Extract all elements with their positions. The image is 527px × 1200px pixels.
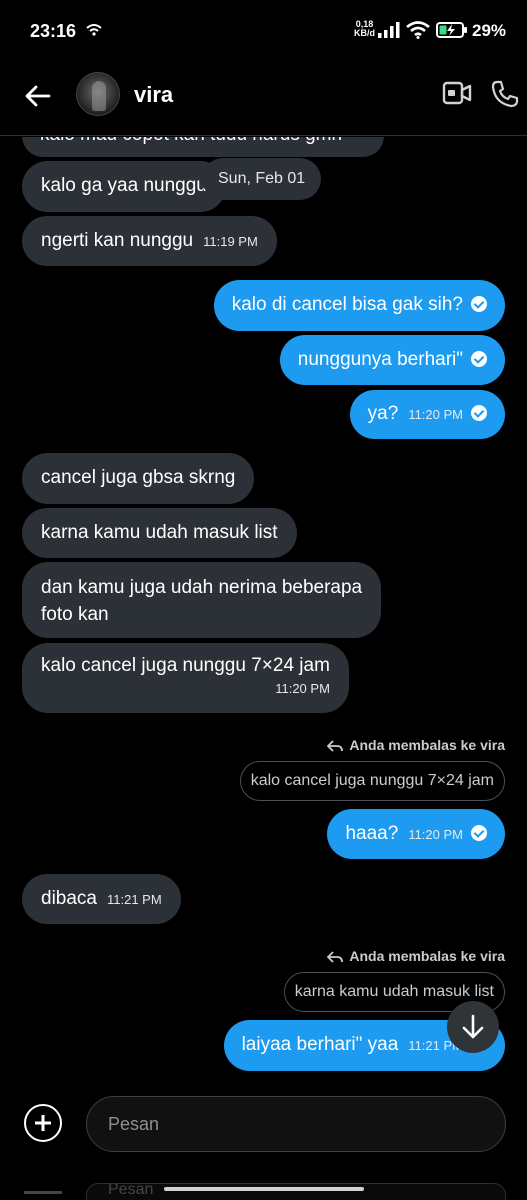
video-call-icon[interactable] [442,80,472,106]
clock: 23:16 [30,21,77,41]
message-text: kalo cancel juga nunggu 7×24 jam [41,655,330,676]
read-check-icon [471,404,487,421]
message-text: kalo ga yaa nunggu [41,175,207,196]
ghost-composer-input: Pesan [86,1183,506,1200]
message-composer: Pesan [0,1087,527,1200]
message-text: karna kamu udah masuk list [41,522,278,543]
message-bubble-incoming[interactable]: dibaca 11:21 PM [22,874,181,924]
voice-call-icon[interactable] [490,79,520,109]
read-check-icon [471,350,487,367]
date-separator: Sun, Feb 01 [202,158,322,200]
battery-icon [436,22,467,38]
message-text: nunggunya berhari" [297,349,463,370]
home-indicator[interactable] [164,1187,364,1191]
message-bubble-outgoing[interactable]: nunggunya berhari" [279,335,505,385]
message-bubble-outgoing[interactable]: haaa? 11:20 PM [327,809,505,859]
message-bubble-incoming[interactable]: karna kamu udah masuk list [22,508,297,558]
add-attachment-icon[interactable] [24,1104,62,1142]
message-bubble-outgoing[interactable]: ya? 11:20 PM [349,390,505,439]
network-speed-unit: KB/d [354,28,375,38]
reply-label-text: Anda membalas ke vira [349,737,505,753]
message-text: dibaca [41,888,97,909]
battery-percent: 29% [472,21,507,40]
back-arrow-icon[interactable] [22,80,54,112]
message-bubble-incoming[interactable]: dan kamu juga udah nerima beberapa foto … [22,562,382,638]
message-time: 11:19 PM [203,234,258,249]
message-bubble-incoming[interactable]: kalo mau copot kan tuuu harus gmn [22,137,384,157]
contact-avatar[interactable] [76,72,120,116]
arrow-down-icon [462,1014,484,1039]
message-text-line: foto kan [41,604,109,625]
read-check-icon [471,295,487,312]
quoted-message[interactable]: kalo cancel juga nunggu 7×24 jam [239,761,505,801]
message-text: laiyaa berhari" yaa [241,1034,399,1055]
ghost-placeholder: Pesan [108,1183,154,1198]
message-time: 11:20 PM [408,827,463,842]
signal-icon [378,22,400,38]
message-text: haaa? [345,823,399,844]
reply-indicator: Anda membalas ke vira [327,948,505,964]
message-bubble-incoming[interactable]: ngerti kan nunggu 11:19 PM [22,216,277,266]
ghost-composer-icon [24,1191,62,1199]
message-input[interactable] [86,1096,506,1152]
network-speed: 0,18 KB/d [354,20,375,38]
message-time: 11:20 PM [408,407,463,422]
scroll-to-bottom-button[interactable] [447,1001,499,1053]
wifi-icon [406,21,430,39]
reply-arrow-icon [327,951,344,963]
reply-label-text: Anda membalas ke vira [349,948,505,964]
message-text-line: dan kamu juga udah nerima beberapa [41,577,363,598]
message-time: 11:21 PM [107,892,162,907]
message-bubble-outgoing[interactable]: kalo di cancel bisa gak sih? [213,280,505,331]
reply-indicator: Anda membalas ke vira [327,737,505,753]
reply-arrow-icon [327,740,344,752]
message-text: kalo di cancel bisa gak sih? [231,294,463,315]
message-bubble-incoming[interactable]: kalo ga yaa nunggu [22,161,226,212]
message-list[interactable]: kalo mau copot kan tuuu harus gmn kalo g… [0,137,527,1087]
message-text: cancel juga gbsa skrng [41,467,236,488]
message-bubble-incoming[interactable]: cancel juga gbsa skrng [22,453,255,504]
read-check-icon [471,824,487,841]
wifi-small-icon [86,24,102,36]
message-text: ya? [367,403,399,424]
message-time: 11:20 PM [275,681,330,696]
message-text: kalo mau copot kan tuuu harus gmn [40,137,342,145]
status-bar: 23:16 0,18 KB/d 29% [0,0,527,60]
message-bubble-incoming[interactable]: kalo cancel juga nunggu 7×24 jam 11:20 P… [22,643,349,713]
contact-name[interactable]: vira [134,82,173,108]
message-text: ngerti kan nunggu [41,230,194,251]
chat-header: vira [0,62,527,136]
